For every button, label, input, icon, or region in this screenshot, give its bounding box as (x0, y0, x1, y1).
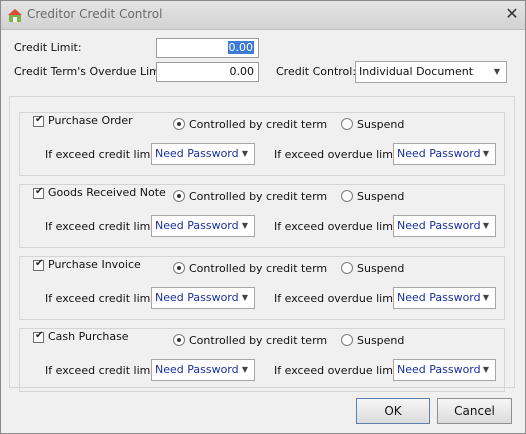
purchase-invoice-label: Purchase Invoice (48, 258, 144, 271)
goods-received-note-controlled-label: Controlled by credit term (189, 190, 328, 203)
credit-limit-label: Credit Limit: (14, 41, 82, 54)
cash-purchase-exceed-overdue-value: Need Password (397, 363, 481, 376)
chevron-down-icon: ▼ (241, 365, 248, 374)
purchase-invoice-exceed-overdue-select[interactable]: Need Password ▼ (393, 287, 496, 309)
credit-control-select[interactable]: Individual Document ▼ (355, 61, 507, 83)
check-icon: ✔ (35, 258, 44, 269)
purchase-invoice-suspend-radio[interactable] (341, 262, 353, 274)
purchase-invoice-exceed-credit-select[interactable]: Need Password ▼ (151, 287, 255, 309)
chevron-down-icon: ▼ (241, 149, 248, 158)
goods-received-note-checkbox[interactable]: ✔ (33, 186, 44, 199)
credit-control-value: Individual Document (359, 65, 474, 78)
purchase-invoice-exceed-overdue-value: Need Password (397, 291, 481, 304)
purchase-order-controlled-radio[interactable] (173, 118, 185, 130)
chevron-down-icon: ▼ (482, 221, 489, 230)
check-icon: ✔ (35, 186, 44, 197)
cancel-button[interactable]: Cancel (437, 398, 512, 424)
purchase-order-exceed-credit-label: If exceed credit limit: (45, 148, 162, 161)
window-title: Creditor Credit Control (27, 7, 163, 21)
credit-control-label: Credit Control: (276, 65, 357, 78)
purchase-order-controlled-label: Controlled by credit term (189, 118, 328, 131)
chevron-down-icon: ▼ (493, 67, 500, 76)
goods-received-note-exceed-credit-value: Need Password (155, 219, 239, 232)
app-icon (8, 9, 22, 22)
chevron-down-icon: ▼ (241, 221, 248, 230)
goods-received-note-controlled-radio[interactable] (173, 190, 185, 202)
check-icon: ✔ (35, 114, 44, 125)
purchase-order-label: Purchase Order (48, 114, 136, 127)
goods-received-note-exceed-credit-select[interactable]: Need Password ▼ (151, 215, 255, 237)
cash-purchase-exceed-credit-value: Need Password (155, 363, 239, 376)
purchase-order-suspend-radio[interactable] (341, 118, 353, 130)
goods-received-note-exceed-overdue-value: Need Password (397, 219, 481, 232)
overdue-limit-label: Credit Term's Overdue Limit: (14, 65, 171, 78)
cash-purchase-controlled-label: Controlled by credit term (189, 334, 328, 347)
cash-purchase-exceed-credit-select[interactable]: Need Password ▼ (151, 359, 255, 381)
purchase-invoice-controlled-radio[interactable] (173, 262, 185, 274)
dialog-window: Creditor Credit Control ✕ Credit Limit: … (0, 0, 526, 434)
cash-purchase-exceed-overdue-select[interactable]: Need Password ▼ (393, 359, 496, 381)
goods-received-note-suspend-radio[interactable] (341, 190, 353, 202)
credit-limit-value: 0.00 (227, 41, 254, 54)
purchase-invoice-exceed-credit-label: If exceed credit limit: (45, 292, 162, 305)
cash-purchase-label: Cash Purchase (48, 330, 132, 343)
purchase-invoice-exceed-overdue-label: If exceed overdue limit: (274, 292, 405, 305)
goods-received-note-exceed-overdue-select[interactable]: Need Password ▼ (393, 215, 496, 237)
purchase-order-exceed-overdue-value: Need Password (397, 147, 481, 160)
title-bar: Creditor Credit Control ✕ (1, 1, 525, 30)
purchase-order-checkbox[interactable]: ✔ (33, 114, 44, 127)
purchase-order-exceed-credit-select[interactable]: Need Password ▼ (151, 143, 255, 165)
purchase-invoice-controlled-label: Controlled by credit term (189, 262, 328, 275)
goods-received-note-suspend-label: Suspend (357, 190, 405, 203)
chevron-down-icon: ▼ (482, 365, 489, 374)
overdue-limit-value: 0.00 (229, 65, 255, 78)
cash-purchase-suspend-radio[interactable] (341, 334, 353, 346)
cash-purchase-checkbox[interactable]: ✔ (33, 330, 44, 343)
chevron-down-icon: ▼ (241, 293, 248, 302)
purchase-order-exceed-overdue-label: If exceed overdue limit: (274, 148, 405, 161)
cash-purchase-suspend-label: Suspend (357, 334, 405, 347)
purchase-order-suspend-label: Suspend (357, 118, 405, 131)
credit-limit-input[interactable]: 0.00 (156, 38, 259, 58)
overdue-limit-input[interactable]: 0.00 (156, 62, 259, 82)
check-icon: ✔ (35, 330, 44, 341)
cash-purchase-exceed-credit-label: If exceed credit limit: (45, 364, 162, 377)
cash-purchase-exceed-overdue-label: If exceed overdue limit: (274, 364, 405, 377)
goods-received-note-exceed-overdue-label: If exceed overdue limit: (274, 220, 405, 233)
purchase-order-exceed-overdue-select[interactable]: Need Password ▼ (393, 143, 496, 165)
ok-button[interactable]: OK (356, 398, 430, 424)
purchase-invoice-suspend-label: Suspend (357, 262, 405, 275)
close-icon[interactable]: ✕ (503, 5, 521, 23)
goods-received-note-label: Goods Received Note (48, 186, 169, 199)
cash-purchase-controlled-radio[interactable] (173, 334, 185, 346)
goods-received-note-exceed-credit-label: If exceed credit limit: (45, 220, 162, 233)
purchase-order-exceed-credit-value: Need Password (155, 147, 239, 160)
chevron-down-icon: ▼ (482, 149, 489, 158)
purchase-invoice-checkbox[interactable]: ✔ (33, 258, 44, 271)
chevron-down-icon: ▼ (482, 293, 489, 302)
purchase-invoice-exceed-credit-value: Need Password (155, 291, 239, 304)
